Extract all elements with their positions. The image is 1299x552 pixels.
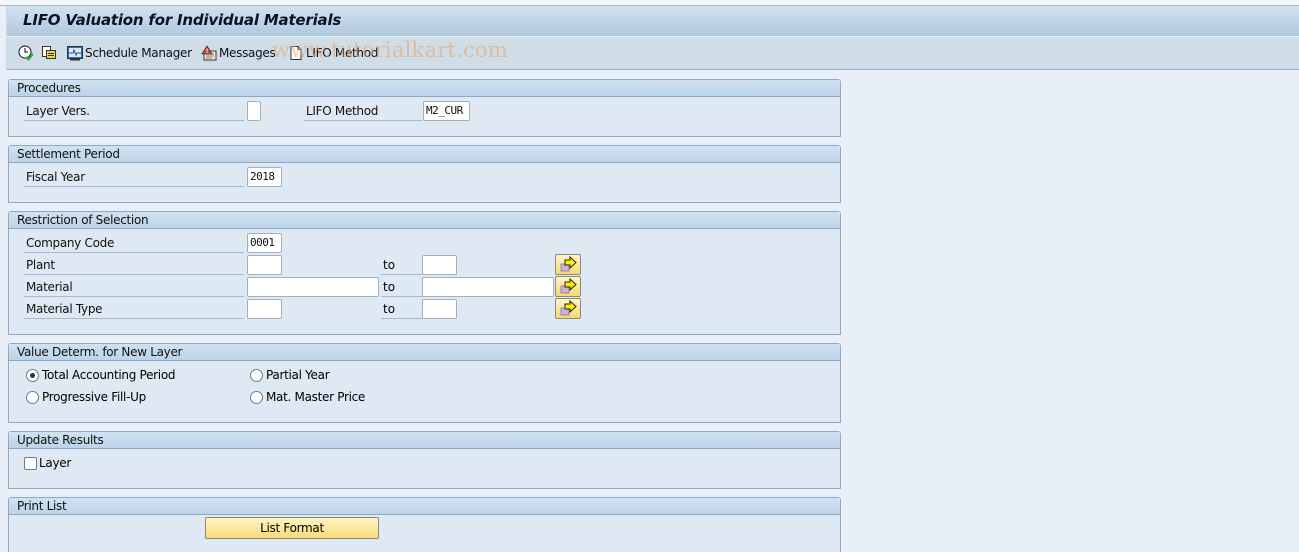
radio-partial-year[interactable]: Partial Year (250, 368, 330, 382)
title-bar: LIFO Valuation for Individual Materials (6, 6, 1299, 36)
radio-total-accounting-period-label: Total Accounting Period (42, 368, 176, 382)
company-code-input[interactable]: 0001 (247, 233, 282, 253)
document-icon (288, 45, 304, 61)
group-procedures-title: Procedures (9, 80, 840, 97)
schedule-manager-icon (67, 45, 83, 61)
group-procedures: Procedures Layer Vers. LIFO Method M2_CU… (8, 79, 841, 137)
radio-partial-year-label: Partial Year (266, 368, 330, 382)
application-toolbar: Schedule Manager Messages LIFO Method (6, 37, 1299, 70)
execute-clock-icon (18, 45, 34, 61)
material-type-to-input[interactable] (422, 299, 457, 319)
schedule-manager-button[interactable]: Schedule Manager (67, 44, 192, 62)
group-restriction-title: Restriction of Selection (9, 212, 840, 229)
material-type-label: Material Type (24, 300, 244, 319)
multiple-selection-arrow-icon (560, 277, 577, 294)
plant-to-label: to (381, 256, 423, 275)
group-update-results: Update Results Layer (8, 431, 841, 489)
page-title: LIFO Valuation for Individual Materials (23, 11, 342, 29)
radio-button[interactable] (250, 390, 263, 404)
material-type-multiple-selection-button[interactable] (555, 298, 581, 319)
radio-button-selected[interactable] (26, 368, 39, 382)
layer-vers-input[interactable] (247, 101, 261, 121)
radio-button[interactable] (26, 390, 39, 404)
radio-mat-master-price[interactable]: Mat. Master Price (250, 390, 365, 404)
group-update-results-title: Update Results (9, 432, 840, 449)
schedule-manager-label: Schedule Manager (85, 46, 192, 60)
get-variant-button[interactable] (41, 44, 57, 62)
get-variant-icon (41, 45, 57, 61)
group-value-determ-title: Value Determ. for New Layer (9, 344, 840, 361)
lifo-method-button[interactable]: LIFO Method (288, 44, 378, 62)
execute-button[interactable] (18, 44, 34, 62)
material-multiple-selection-button[interactable] (555, 276, 581, 297)
material-type-from-input[interactable] (247, 299, 282, 319)
lifo-method-field-label: LIFO Method (304, 102, 422, 121)
radio-progressive-fill-up[interactable]: Progressive Fill-Up (26, 390, 146, 404)
layer-checkbox[interactable] (24, 456, 37, 470)
group-settlement-title: Settlement Period (9, 146, 840, 163)
radio-mat-master-price-label: Mat. Master Price (266, 390, 366, 404)
plant-to-input[interactable] (422, 255, 457, 275)
fiscal-year-input[interactable]: 2018 (247, 167, 282, 187)
company-code-label: Company Code (24, 234, 244, 253)
plant-label: Plant (24, 256, 244, 275)
messages-label: Messages (219, 46, 276, 60)
layer-checkbox-row[interactable]: Layer (24, 456, 71, 470)
layer-checkbox-label: Layer (39, 456, 71, 470)
lifo-method-label: LIFO Method (306, 46, 379, 60)
material-to-label: to (381, 278, 423, 297)
multiple-selection-arrow-icon (560, 299, 577, 316)
messages-warning-icon (201, 45, 217, 61)
layer-vers-label: Layer Vers. (24, 102, 244, 121)
material-label: Material (24, 278, 244, 297)
multiple-selection-arrow-icon (560, 255, 577, 272)
list-format-button[interactable]: List Format (205, 517, 379, 539)
group-print-list: Print List List Format (8, 497, 841, 552)
material-from-input[interactable] (247, 277, 379, 297)
radio-progressive-fill-up-label: Progressive Fill-Up (42, 390, 146, 404)
radio-total-accounting-period[interactable]: Total Accounting Period (26, 368, 175, 382)
lifo-method-input[interactable]: M2_CUR (423, 101, 470, 121)
group-restriction-of-selection: Restriction of Selection Company Code 00… (8, 211, 841, 335)
messages-button[interactable]: Messages (201, 44, 276, 62)
material-type-to-label: to (381, 300, 423, 319)
group-value-determination: Value Determ. for New Layer Total Accoun… (8, 343, 841, 423)
group-settlement-period: Settlement Period Fiscal Year 2018 (8, 145, 841, 203)
plant-multiple-selection-button[interactable] (555, 254, 581, 275)
material-to-input[interactable] (422, 277, 554, 297)
radio-button[interactable] (250, 368, 263, 382)
fiscal-year-label: Fiscal Year (24, 168, 244, 187)
group-print-list-title: Print List (9, 498, 840, 515)
plant-from-input[interactable] (247, 255, 282, 275)
